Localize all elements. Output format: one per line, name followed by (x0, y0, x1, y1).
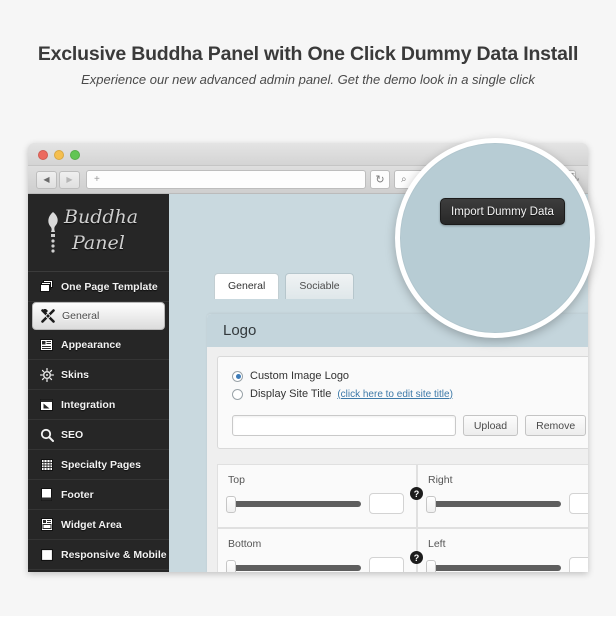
slider-track-left[interactable] (426, 560, 561, 572)
sidebar-item-label: Widget Area (61, 518, 122, 531)
forward-arrow-icon: ▶ (66, 175, 73, 184)
logo-upload-row: Upload Remove (218, 403, 588, 448)
back-arrow-icon: ◀ (43, 175, 50, 184)
slider-cell-bottom: Bottom ? (217, 528, 423, 572)
widget-icon (39, 517, 54, 532)
radio-label: Custom Image Logo (250, 370, 350, 382)
buddha-figure-icon (42, 210, 64, 258)
address-bar-value: + (94, 174, 100, 185)
sidebar-logo: Buddha Panel (28, 194, 169, 272)
layout-icon (39, 337, 54, 352)
sidebar-item-label: Specialty Pages (61, 458, 141, 471)
logo-options-card: Custom Image Logo Display Site Title (cl… (217, 356, 588, 449)
page-subtitle: Experience our new advanced admin panel.… (81, 72, 535, 87)
slider-cell-left: Left (417, 528, 588, 572)
slider-cell-right: Right (417, 464, 588, 528)
square-icon (39, 547, 54, 562)
slider-value-bottom[interactable] (369, 557, 404, 572)
sidebar-item-responsive-mobile[interactable]: Responsive & Mobile (28, 540, 169, 570)
sidebar-item-widget-area[interactable]: Widget Area (28, 510, 169, 540)
slider-label: Right (428, 474, 453, 486)
back-button[interactable]: ◀ (36, 171, 57, 189)
search-icon (39, 427, 54, 442)
upload-button[interactable]: Upload (462, 415, 519, 436)
radio-custom-image-logo[interactable] (232, 370, 243, 382)
page-icon (39, 487, 54, 502)
sidebar-item-label: Appearance (61, 338, 122, 351)
sidebar-item-label: Responsive & Mobile (61, 548, 167, 561)
slider-track-bottom[interactable] (226, 560, 361, 572)
radio-row-custom-image-logo[interactable]: Custom Image Logo (218, 367, 588, 385)
spacing-sliders: Top ? Right Bottom ? Left (217, 464, 588, 572)
slider-label: Left (428, 538, 446, 550)
page-root: Exclusive Buddha Panel with One Click Du… (0, 0, 616, 633)
address-bar[interactable]: + (86, 170, 366, 189)
slider-track-right[interactable] (426, 496, 561, 513)
sidebar-item-specialty-pages[interactable]: Specialty Pages (28, 450, 169, 480)
reload-icon: ↻ (375, 174, 385, 186)
radio-label: Display Site Title (250, 388, 332, 400)
settings-panel: Logo Custom Image Logo Display Site Titl… (207, 314, 588, 572)
logo-path-input[interactable] (232, 415, 456, 436)
slider-track-top[interactable] (226, 496, 361, 513)
tab-sociable[interactable]: Sociable (285, 273, 354, 299)
page-footer-spacer (0, 616, 616, 633)
settings-body: Custom Image Logo Display Site Title (cl… (207, 347, 588, 572)
remove-button[interactable]: Remove (525, 415, 587, 436)
sidebar-item-label: One Page Template (61, 280, 158, 293)
sidebar-item-label: General (62, 310, 100, 322)
sidebar-item-appearance[interactable]: Appearance (28, 330, 169, 360)
sidebar-item-label: Integration (61, 398, 116, 411)
sidebar-item-seo[interactable]: SEO (28, 420, 169, 450)
admin-sidebar: Buddha Panel One Page Template General A… (28, 194, 169, 572)
wrench-icon (40, 309, 55, 324)
tab-bar: General Sociable (214, 273, 354, 299)
help-icon-top[interactable]: ? (410, 487, 423, 500)
sidebar-item-label: Skins (61, 368, 90, 381)
sidebar-item-one-page-template[interactable]: One Page Template (28, 272, 169, 302)
slider-label: Bottom (228, 538, 262, 550)
logo-line-2: Panel (72, 232, 125, 254)
slider-knob-bottom[interactable] (226, 560, 236, 572)
radio-display-site-title[interactable] (232, 388, 243, 400)
reload-button[interactable]: ↻ (370, 170, 390, 189)
page-title: Exclusive Buddha Panel with One Click Du… (37, 43, 579, 65)
minimize-traffic-light[interactable] (54, 150, 64, 160)
stack-icon (39, 279, 54, 294)
forward-button[interactable]: ▶ (59, 171, 80, 189)
sidebar-item-skins[interactable]: Skins (28, 360, 169, 390)
sidebar-logo-text: Buddha Panel (64, 204, 138, 256)
slider-cell-top: Top ? (217, 464, 423, 528)
sidebar-item-label: Footer (61, 488, 94, 501)
logo-line-1: Buddha (64, 206, 139, 228)
search-icon: ⌕ (401, 174, 407, 185)
sidebar-menu: One Page Template General Appearance Ski… (28, 272, 169, 570)
window-cursor-icon (39, 397, 54, 412)
sun-icon (39, 367, 54, 382)
close-traffic-light[interactable] (38, 150, 48, 160)
sidebar-item-footer[interactable]: Footer (28, 480, 169, 510)
import-dummy-data-button[interactable]: Import Dummy Data (440, 198, 565, 225)
maximize-traffic-light[interactable] (70, 150, 80, 160)
tab-general[interactable]: General (214, 273, 280, 299)
slider-label: Top (228, 474, 245, 486)
sidebar-item-integration[interactable]: Integration (28, 390, 169, 420)
slider-value-left[interactable] (569, 557, 588, 572)
slider-value-right[interactable] (569, 493, 588, 514)
edit-site-title-link[interactable]: (click here to edit site title) (337, 389, 453, 400)
magnifier-lens: Import Dummy Data (395, 138, 595, 338)
slider-knob-top[interactable] (226, 496, 236, 513)
slider-knob-right[interactable] (426, 496, 436, 513)
slider-value-top[interactable] (369, 493, 404, 514)
radio-row-display-site-title[interactable]: Display Site Title (click here to edit s… (218, 385, 588, 403)
sidebar-item-general[interactable]: General (32, 302, 165, 330)
grid-icon (39, 457, 54, 472)
sidebar-item-label: SEO (61, 428, 84, 441)
help-icon-bottom[interactable]: ? (410, 551, 423, 564)
slider-knob-left[interactable] (426, 560, 436, 572)
